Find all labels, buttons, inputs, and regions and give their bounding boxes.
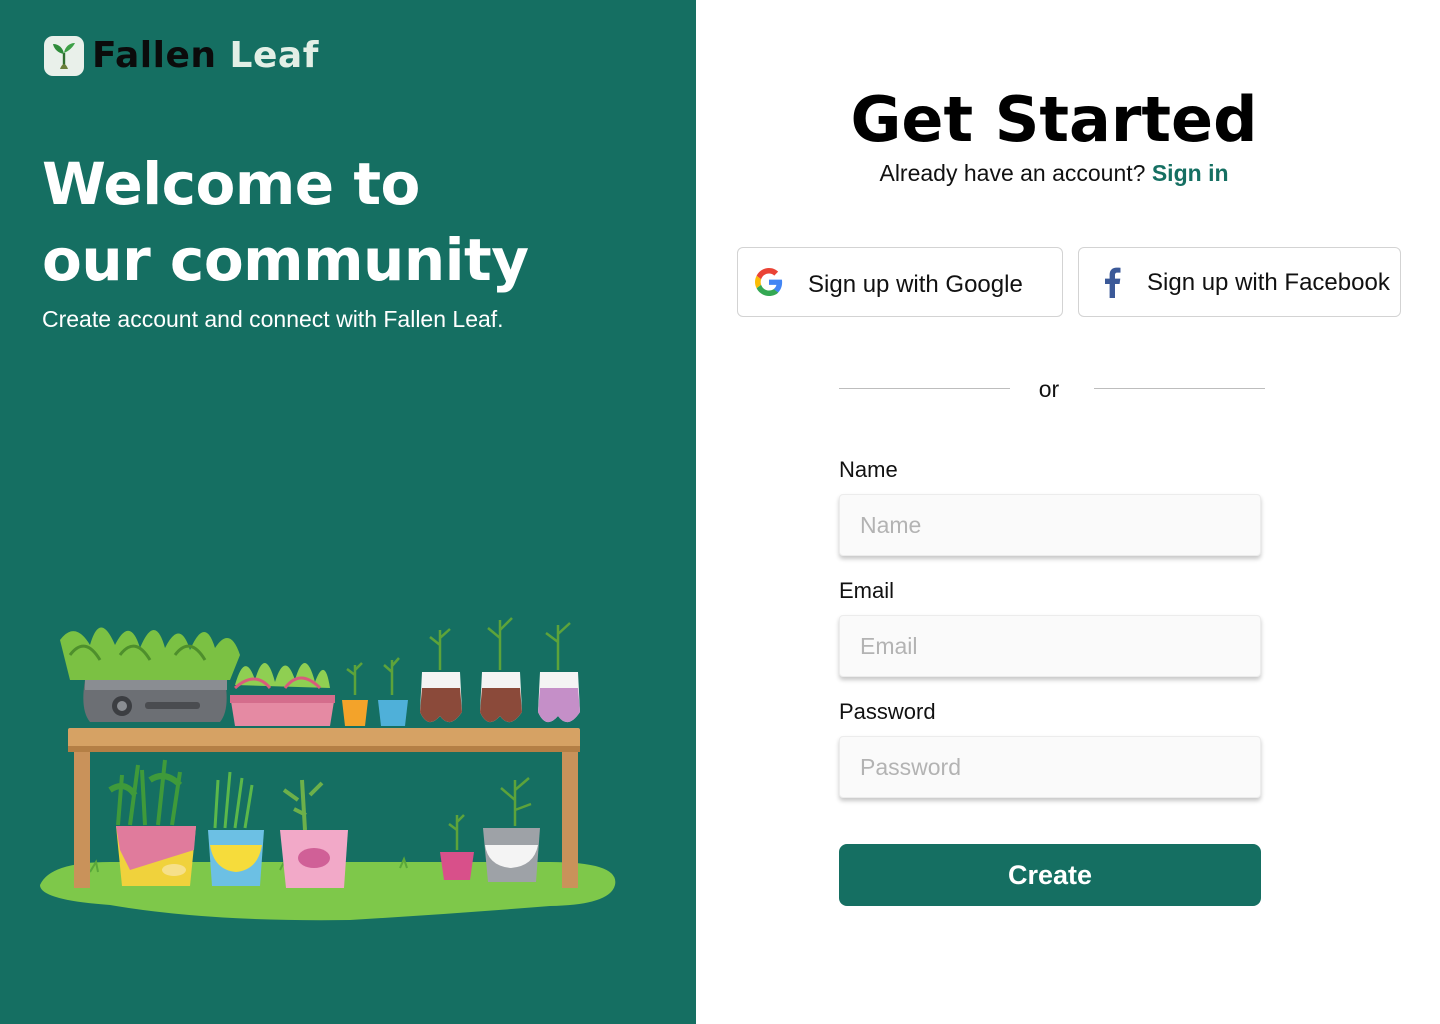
divider-or: or bbox=[1038, 376, 1060, 402]
password-label: Password bbox=[839, 699, 936, 724]
divider-line-left bbox=[839, 388, 1010, 389]
signin-link[interactable]: Sign in bbox=[1152, 160, 1229, 186]
brand[interactable]: Fallen Leaf bbox=[44, 36, 319, 76]
facebook-icon bbox=[1097, 267, 1127, 298]
welcome-subtitle: Create account and connect with Fallen L… bbox=[42, 306, 504, 332]
brand-name: Fallen Leaf bbox=[92, 36, 319, 76]
password-input[interactable] bbox=[839, 736, 1261, 798]
page-title: Get Started bbox=[850, 83, 1258, 156]
facebook-signup-button[interactable]: Sign up with Facebook bbox=[1078, 247, 1401, 317]
sprout-icon bbox=[44, 36, 84, 76]
facebook-signup-label: Sign up with Facebook bbox=[1147, 269, 1390, 296]
welcome-panel: Fallen Leaf Welcome to our community Cre… bbox=[0, 0, 696, 1024]
brand-name-part2: Leaf bbox=[229, 35, 319, 76]
welcome-heading-line2: our community bbox=[42, 226, 529, 294]
google-signup-button[interactable]: Sign up with Google bbox=[737, 247, 1063, 317]
create-account-button[interactable]: Create bbox=[839, 844, 1261, 906]
brand-name-part1: Fallen bbox=[92, 35, 217, 76]
name-label: Name bbox=[839, 457, 898, 482]
signin-prompt-text: Already have an account? bbox=[879, 160, 1146, 186]
email-input[interactable] bbox=[839, 615, 1261, 677]
email-label: Email bbox=[839, 578, 895, 603]
google-signup-label: Sign up with Google bbox=[808, 271, 1023, 298]
divider-line-right bbox=[1094, 388, 1265, 389]
name-input[interactable] bbox=[839, 494, 1261, 556]
welcome-heading-line1: Welcome to bbox=[42, 150, 420, 218]
welcome-heading: Welcome to our community bbox=[42, 146, 529, 298]
google-icon bbox=[754, 267, 784, 297]
signin-prompt: Already have an account? Sign in bbox=[696, 158, 1412, 188]
plants-shelf-illustration bbox=[40, 617, 616, 921]
